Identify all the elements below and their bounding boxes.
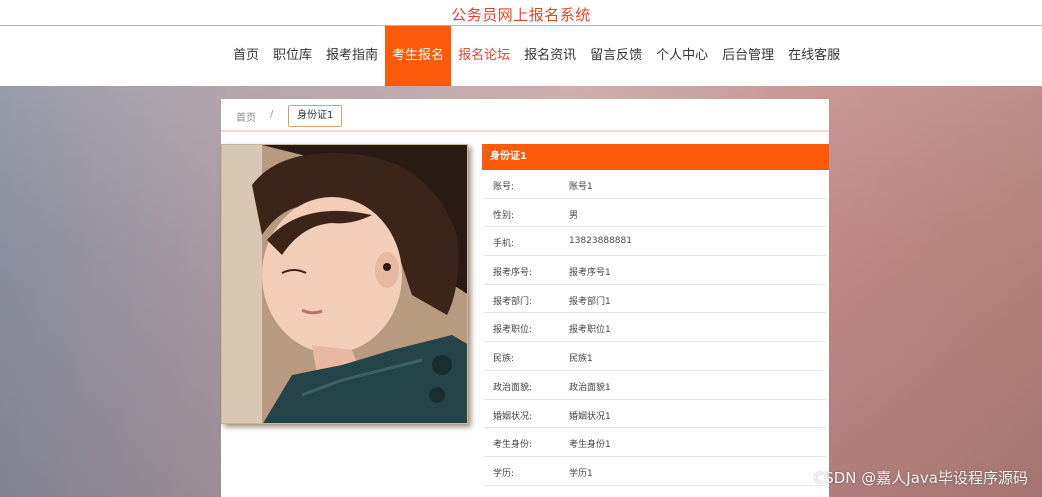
detail-row: 报考序号: 报考序号1 bbox=[484, 256, 826, 285]
site-title: 公务员网上报名系统 bbox=[451, 6, 591, 24]
nav-item-8[interactable]: 后台管理 bbox=[715, 26, 781, 86]
site-header: 公务员网上报名系统 bbox=[0, 0, 1042, 26]
field-label: 婚姻状况: bbox=[493, 411, 533, 422]
field-value: 账号1 bbox=[569, 182, 593, 192]
field-label: 民族: bbox=[493, 354, 515, 365]
nav-item-1[interactable]: 职位库 bbox=[266, 26, 319, 86]
nav-item-0[interactable]: 首页 bbox=[226, 26, 266, 86]
field-value: 政治面貌1 bbox=[569, 382, 611, 393]
profile-photo bbox=[221, 144, 468, 424]
detail-row: 性别: 男 bbox=[484, 199, 826, 228]
nav-item-4[interactable]: 报名论坛 bbox=[451, 26, 517, 86]
field-label: 政治面貌: bbox=[493, 382, 533, 393]
field-label: 账号: bbox=[493, 182, 515, 192]
detail-row: 报考职位: 报考职位1 bbox=[484, 313, 826, 343]
nav-items: 首页 职位库 报考指南 考生报名 报名论坛 报名资讯 留言反馈 个人中心 后台管理 在线客服 bbox=[226, 26, 847, 86]
nav-item-6[interactable]: 留言反馈 bbox=[583, 26, 649, 86]
detail-rows: 账号: 账号1 性别: 男手机: 13823888881 报考序号: 报考序号1 报考部门: 报… bbox=[482, 170, 829, 486]
detail-row: 婚姻状况: 婚姻状况1 bbox=[484, 400, 826, 429]
field-value: 13823888881 bbox=[569, 236, 632, 247]
profile-photo-image bbox=[222, 145, 467, 423]
nav-item-7[interactable]: 个人中心 bbox=[649, 26, 715, 86]
field-value: 婚姻状况1 bbox=[569, 411, 611, 422]
field-label: 报考部门: bbox=[493, 296, 533, 307]
detail-row: 手机: 13823888881 bbox=[484, 227, 826, 257]
detail-panel: 身份证1 账号: 账号1 性别: 男手机: 13823888881 报考序号: 报考序号1 报… bbox=[482, 144, 829, 486]
nav-item-3[interactable]: 考生报名 bbox=[385, 26, 452, 86]
field-value: 学历1 bbox=[569, 468, 593, 479]
nav-item-9[interactable]: 在线客服 bbox=[781, 26, 847, 86]
field-value: 男 bbox=[569, 210, 579, 221]
breadcrumb-separator: / bbox=[270, 109, 274, 120]
field-value: 报考职位1 bbox=[569, 325, 611, 336]
detail-title: 身份证1 bbox=[482, 144, 829, 170]
content-card: 首页 / 身份证1 身份证1 账号: 账号1 性别: 男手机: 13823888881 报… bbox=[221, 99, 829, 497]
detail-row: 学历: 学历1 bbox=[484, 457, 826, 486]
field-label: 性别: bbox=[493, 210, 515, 221]
breadcrumb-current: 身份证1 bbox=[288, 105, 343, 127]
detail-row: 账号: 账号1 bbox=[484, 170, 826, 199]
field-value: 报考序号1 bbox=[569, 268, 611, 279]
detail-row: 民族: 民族1 bbox=[484, 342, 826, 371]
field-value: 民族1 bbox=[569, 354, 593, 365]
field-label: 报考职位: bbox=[493, 325, 533, 336]
field-label: 报考序号: bbox=[493, 268, 533, 279]
breadcrumb-home-link[interactable]: 首页 bbox=[236, 109, 256, 124]
watermark: CSDN @嘉人Java毕设程序源码 bbox=[813, 469, 1028, 487]
field-value: 考生身份1 bbox=[569, 440, 611, 451]
field-label: 学历: bbox=[493, 468, 515, 479]
field-label: 考生身份: bbox=[493, 440, 533, 451]
detail-row: 报考部门: 报考部门1 bbox=[484, 285, 826, 314]
detail-row: 政治面貌: 政治面貌1 bbox=[484, 371, 826, 400]
field-value: 报考部门1 bbox=[569, 296, 611, 307]
breadcrumb: 首页 / 身份证1 bbox=[221, 99, 829, 132]
main-nav: 首页 职位库 报考指南 考生报名 报名论坛 报名资讯 留言反馈 个人中心 后台管理 在线客服 bbox=[0, 26, 1042, 86]
nav-item-2[interactable]: 报考指南 bbox=[319, 26, 385, 86]
detail-row: 考生身份: 考生身份1 bbox=[484, 428, 826, 457]
field-label: 手机: bbox=[493, 239, 515, 250]
nav-item-5[interactable]: 报名资讯 bbox=[517, 26, 583, 86]
